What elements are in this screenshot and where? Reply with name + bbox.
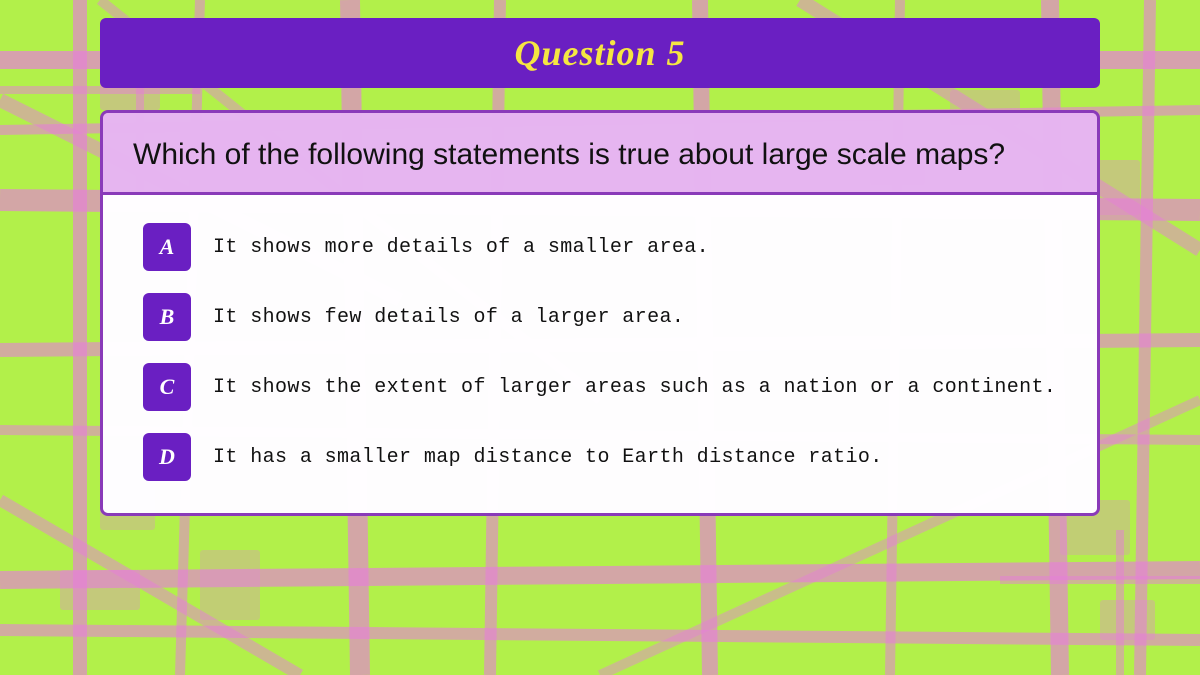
answer-text-c: It shows the extent of larger areas such… xyxy=(213,376,1056,399)
question-text: Which of the following statements is tru… xyxy=(133,138,1005,171)
main-card: Which of the following statements is tru… xyxy=(100,110,1100,516)
answer-row-d[interactable]: D It has a smaller map distance to Earth… xyxy=(143,433,1057,481)
answer-badge-a: A xyxy=(143,223,191,271)
question-box: Which of the following statements is tru… xyxy=(103,113,1097,195)
answer-row-a[interactable]: A It shows more details of a smaller are… xyxy=(143,223,1057,271)
page-background: Question 5 Which of the following statem… xyxy=(0,0,1200,675)
content-wrapper: Question 5 Which of the following statem… xyxy=(0,0,1200,516)
answer-text-a: It shows more details of a smaller area. xyxy=(213,236,709,259)
answer-badge-b: B xyxy=(143,293,191,341)
answer-badge-d: D xyxy=(143,433,191,481)
answer-text-d: It has a smaller map distance to Earth d… xyxy=(213,446,883,469)
answer-row-b[interactable]: B It shows few details of a larger area. xyxy=(143,293,1057,341)
question-title: Question 5 xyxy=(514,33,685,73)
answer-text-b: It shows few details of a larger area. xyxy=(213,306,684,329)
answers-box: A It shows more details of a smaller are… xyxy=(103,195,1097,513)
answer-row-c[interactable]: C It shows the extent of larger areas su… xyxy=(143,363,1057,411)
title-banner: Question 5 xyxy=(100,18,1100,88)
answer-badge-c: C xyxy=(143,363,191,411)
